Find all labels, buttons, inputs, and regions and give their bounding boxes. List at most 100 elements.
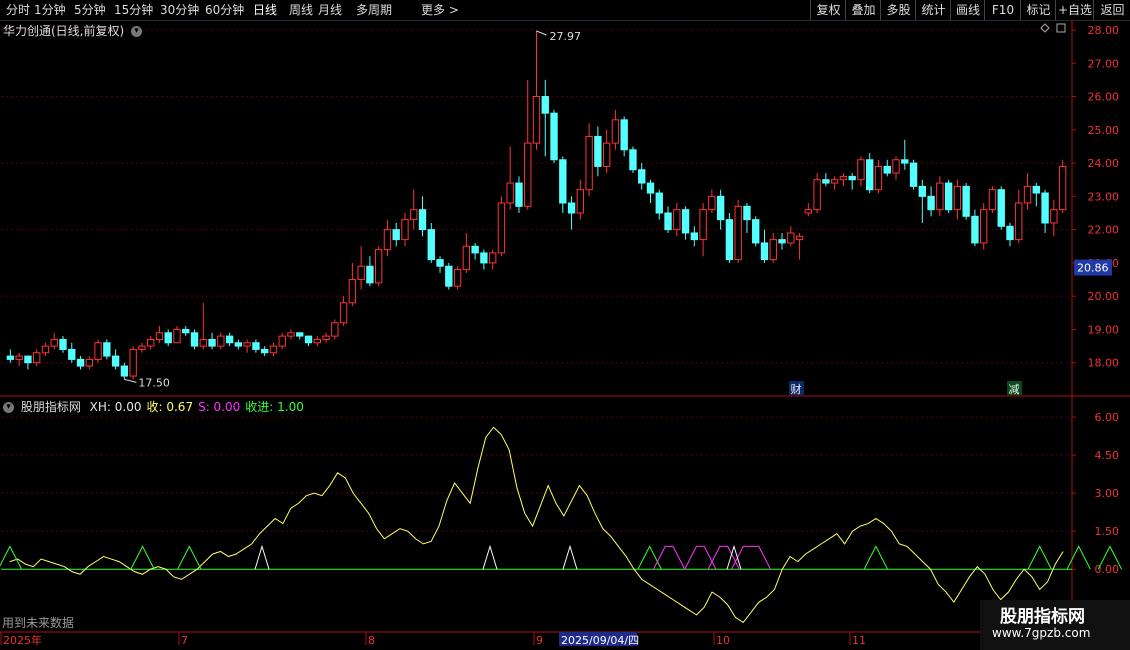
- candle-body: [164, 332, 172, 344]
- candle: [374, 246, 383, 287]
- main-chart-title[interactable]: 华力创通(日线,前复权): [3, 24, 124, 38]
- candle-body: [278, 335, 286, 347]
- candle-body: [532, 96, 541, 144]
- candle: [287, 329, 295, 340]
- candle: [59, 336, 67, 353]
- candle-body: [585, 135, 593, 191]
- candle-body: [664, 212, 672, 231]
- candle-body: [392, 229, 400, 241]
- toolbar-button-4[interactable]: 画线: [950, 0, 985, 20]
- candle-body: [883, 165, 891, 174]
- indicator-axis-label: 3.00: [1095, 487, 1120, 500]
- candle-body: [944, 182, 953, 211]
- candle-body: [155, 332, 164, 340]
- period-0[interactable]: 分时: [6, 0, 30, 20]
- toolbar-button-8[interactable]: 返回: [1093, 0, 1130, 20]
- chevron-down-icon[interactable]: ▾: [3, 402, 14, 413]
- candle-body: [743, 205, 751, 221]
- candle: [462, 232, 471, 273]
- toolbar-button-7[interactable]: +自选: [1055, 0, 1094, 20]
- candle: [85, 356, 93, 370]
- site-watermark: 股朋指标网 www.7gpzb.com: [980, 600, 1130, 650]
- candle-body: [322, 335, 330, 340]
- candle: [208, 332, 216, 350]
- watermark-title: 股朋指标网: [1000, 607, 1085, 627]
- time-label-5: 11: [852, 634, 866, 647]
- candle: [304, 335, 313, 347]
- candle: [629, 146, 637, 174]
- period-6[interactable]: 日线: [253, 0, 277, 20]
- candle: [638, 163, 646, 190]
- period-1[interactable]: 1分钟: [34, 0, 66, 20]
- candle: [453, 266, 462, 290]
- candle: [594, 126, 602, 177]
- toolbar-button-5[interactable]: F10: [984, 0, 1021, 20]
- candle-body: [427, 229, 435, 261]
- toolbar-button-2[interactable]: 多股: [880, 0, 916, 20]
- candle: [839, 173, 848, 187]
- candle: [1015, 189, 1023, 243]
- period-3[interactable]: 15分钟: [114, 0, 153, 20]
- candle: [41, 342, 50, 357]
- candle: [1006, 222, 1014, 247]
- time-label-0: 2025年: [3, 633, 42, 647]
- chevron-down-icon[interactable]: ▾: [131, 26, 143, 37]
- candle: [787, 226, 795, 247]
- period-7[interactable]: 周线: [289, 0, 313, 20]
- toolbar-button-3[interactable]: 统计: [915, 0, 951, 20]
- time-label-4: 10: [716, 634, 730, 647]
- candle: [182, 326, 190, 337]
- more-periods-button[interactable]: 更多 >: [421, 0, 459, 20]
- period-9[interactable]: 多周期: [356, 0, 392, 20]
- candle: [234, 339, 243, 350]
- candle: [673, 203, 681, 237]
- candle-body: [296, 332, 304, 337]
- candle-body: [287, 332, 295, 337]
- candle: [550, 109, 558, 164]
- candle: [1058, 159, 1067, 213]
- time-label-1: 7: [181, 634, 188, 647]
- main-chart-title-wrap: 华力创通(日线,前复权) ▾: [3, 22, 143, 39]
- candle-body: [1032, 185, 1040, 194]
- diamond-icon: [1040, 23, 1050, 33]
- low-marker: [124, 378, 137, 383]
- candle-body: [6, 355, 15, 360]
- toolbar-button-1[interactable]: 叠加: [845, 0, 881, 20]
- candle-body: [988, 189, 997, 211]
- candle: [927, 186, 935, 217]
- candle: [532, 30, 541, 150]
- candle: [602, 129, 611, 174]
- indicator-spike-收进: [0, 545, 23, 570]
- toolbar-button-6[interactable]: 标记: [1020, 0, 1056, 20]
- period-4[interactable]: 30分钟: [160, 0, 199, 20]
- candle: [664, 206, 672, 233]
- toolbar-button-0[interactable]: 复权: [810, 0, 846, 20]
- candle: [524, 79, 532, 210]
- period-5[interactable]: 60分钟: [205, 0, 244, 20]
- candle-body: [725, 219, 734, 261]
- candle: [471, 242, 479, 260]
- candle-body: [497, 202, 506, 254]
- candle: [506, 146, 514, 210]
- period-2[interactable]: 5分钟: [74, 0, 106, 20]
- candle-body: [366, 265, 374, 284]
- candle: [190, 329, 199, 350]
- candle-body: [787, 232, 795, 244]
- candle-body: [901, 159, 909, 164]
- indicator-value-0: XH: 0.00: [89, 400, 142, 414]
- candle-body: [716, 195, 725, 221]
- candle: [857, 156, 865, 187]
- candle: [567, 196, 576, 230]
- period-8[interactable]: 月线: [318, 0, 342, 20]
- current-price-label: 20.86: [1077, 262, 1109, 275]
- price-axis-label: 18.00: [1088, 357, 1120, 370]
- candle-body: [830, 179, 839, 184]
- candle-body: [173, 328, 181, 344]
- candle: [901, 139, 909, 170]
- indicator-title[interactable]: 股朋指标网: [21, 400, 81, 414]
- candle-body: [24, 355, 32, 364]
- candle: [269, 342, 278, 357]
- candle-body: [1023, 185, 1032, 204]
- candle-body: [673, 209, 681, 231]
- candle-body: [962, 185, 970, 217]
